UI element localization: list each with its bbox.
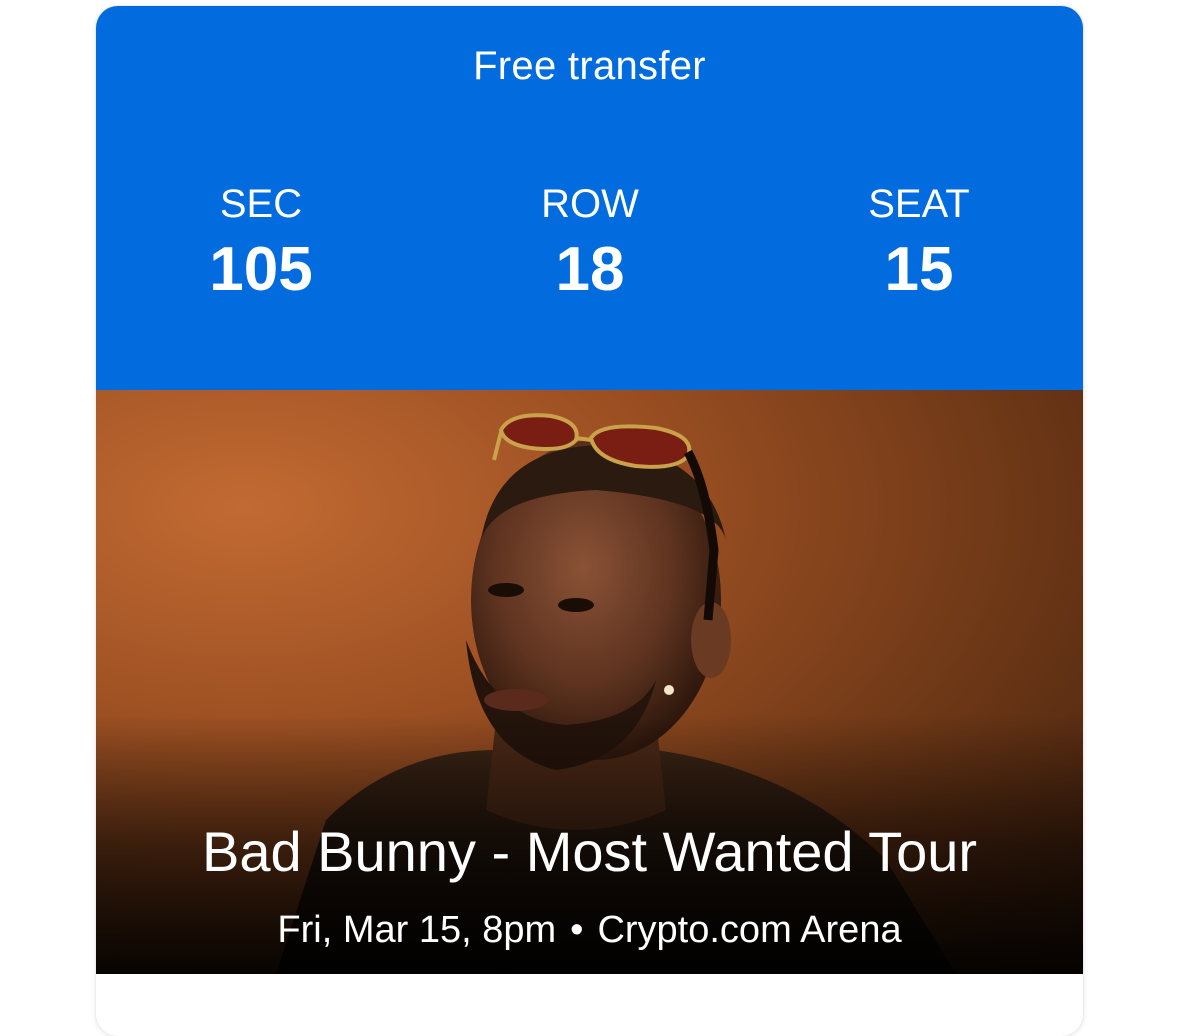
event-title: Bad Bunny - Most Wanted Tour (201, 820, 978, 883)
detail-separator: • (570, 909, 584, 951)
seat-value: 15 (884, 235, 954, 304)
event-details: Fri, Mar 15, 8pm • Crypto.com Arena (96, 908, 1083, 952)
row-value: 18 (555, 235, 625, 304)
ticket-card[interactable]: Free transfer SEC 105 ROW 18 SEAT 15 Bad… (96, 6, 1083, 1036)
section-value: 105 (209, 235, 313, 304)
transfer-status-label: Free transfer (473, 44, 706, 88)
event-hero-image: Bad Bunny - Most Wanted Tour Fri, Mar 15… (96, 390, 1083, 974)
section-label: SEC (219, 182, 303, 226)
seat-info: SEAT 15 (754, 182, 1083, 306)
event-venue: Crypto.com Arena (597, 909, 902, 951)
event-date-time: Fri, Mar 15, 8pm (277, 909, 557, 951)
seat-label: SEAT (868, 182, 970, 226)
row-label: ROW (541, 182, 639, 226)
ticket-header: Free transfer SEC 105 ROW 18 SEAT 15 (96, 6, 1083, 390)
section-info: SEC 105 (96, 182, 426, 306)
row-info: ROW 18 (425, 182, 755, 306)
